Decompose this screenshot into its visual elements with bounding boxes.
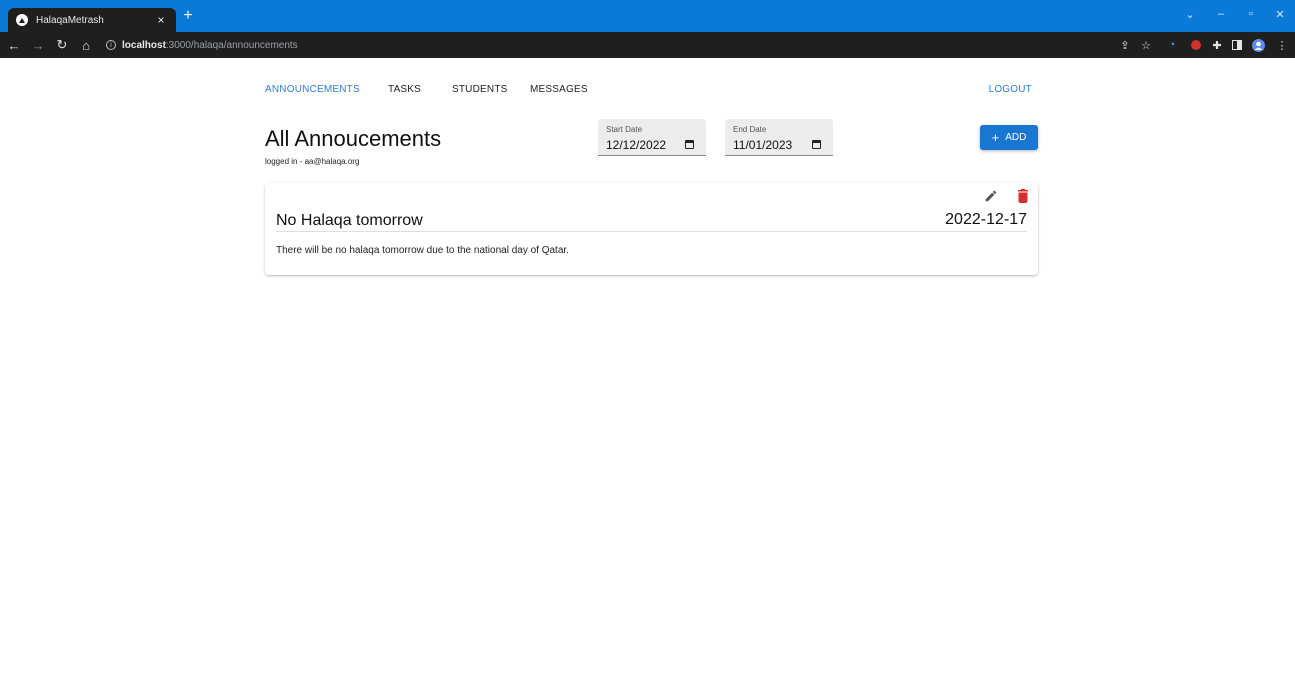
nav-students[interactable]: STUDENTS <box>452 84 508 95</box>
close-window-button[interactable]: ✕ <box>1272 8 1288 21</box>
back-icon[interactable]: ← <box>4 38 24 53</box>
edit-icon[interactable] <box>984 189 998 203</box>
url-path: :3000/halaqa/announcements <box>165 39 298 51</box>
calendar-icon[interactable] <box>685 140 694 149</box>
minimize-button[interactable]: – <box>1213 8 1229 20</box>
tab-search-icon[interactable]: ⌄ <box>1182 8 1198 21</box>
nav-announcements[interactable]: ANNOUNCEMENTS <box>265 84 360 95</box>
plus-icon: + <box>991 130 1000 145</box>
url-host: localhost <box>122 39 166 51</box>
extension-icon[interactable]: ◔ <box>1165 38 1179 52</box>
profile-icon[interactable] <box>1251 38 1265 52</box>
announcement-body: There will be no halaqa tomorrow due to … <box>276 245 569 256</box>
add-button[interactable]: + ADD <box>980 125 1038 150</box>
end-date-field[interactable]: End Date 11/01/2023 <box>725 119 833 156</box>
menu-icon[interactable]: ⋮ <box>1275 38 1289 52</box>
address-bar[interactable]: i localhost :3000/halaqa/announcements <box>100 35 1100 55</box>
home-icon[interactable]: ⌂ <box>76 38 96 53</box>
announcement-date: 2022-12-17 <box>945 211 1027 228</box>
start-date-label: Start Date <box>606 125 643 134</box>
app-nav: ANNOUNCEMENTS TASKS STUDENTS MESSAGES LO… <box>265 84 1038 98</box>
nav-tasks[interactable]: TASKS <box>388 84 421 95</box>
logout-link[interactable]: LOGOUT <box>989 84 1032 95</box>
extension-icon[interactable] <box>1189 38 1203 52</box>
new-tab-button[interactable]: + <box>180 8 196 24</box>
tab-title: HalaqaMetrash <box>36 14 104 26</box>
start-date-value[interactable]: 12/12/2022 <box>606 138 666 152</box>
end-date-value[interactable]: 11/01/2023 <box>733 138 792 152</box>
restore-button[interactable]: ▫ <box>1243 8 1259 20</box>
page-title: All Annoucements <box>265 126 442 151</box>
delete-icon[interactable] <box>1017 189 1029 203</box>
divider <box>276 231 1027 232</box>
puzzle-icon[interactable]: ✚ <box>1210 38 1224 52</box>
start-date-field[interactable]: Start Date 12/12/2022 <box>598 119 706 156</box>
add-button-label: ADD <box>1005 132 1027 143</box>
browser-tab[interactable]: HalaqaMetrash × <box>8 8 176 32</box>
announcement-card: No Halaqa tomorrow 2022-12-17 There will… <box>265 183 1038 275</box>
announcement-title: No Halaqa tomorrow <box>276 212 423 229</box>
browser-tab-bar: HalaqaMetrash × + ⌄ – ▫ ✕ <box>0 0 1295 32</box>
end-date-label: End Date <box>733 125 767 134</box>
star-icon[interactable]: ☆ <box>1139 38 1153 52</box>
share-icon[interactable]: ⇪ <box>1118 38 1132 52</box>
favicon-icon <box>16 14 28 26</box>
logged-in-text: logged in - aa@halaqa.org <box>265 157 360 166</box>
calendar-icon[interactable] <box>812 140 821 149</box>
nav-messages[interactable]: MESSAGES <box>530 84 588 95</box>
browser-toolbar: ← → ↻ ⌂ i localhost :3000/halaqa/announc… <box>0 32 1295 58</box>
info-icon[interactable]: i <box>106 40 116 50</box>
sidebar-icon[interactable] <box>1230 38 1244 52</box>
forward-icon[interactable]: → <box>28 38 48 53</box>
tab-close-button[interactable]: × <box>154 13 168 27</box>
reload-icon[interactable]: ↻ <box>52 37 72 53</box>
